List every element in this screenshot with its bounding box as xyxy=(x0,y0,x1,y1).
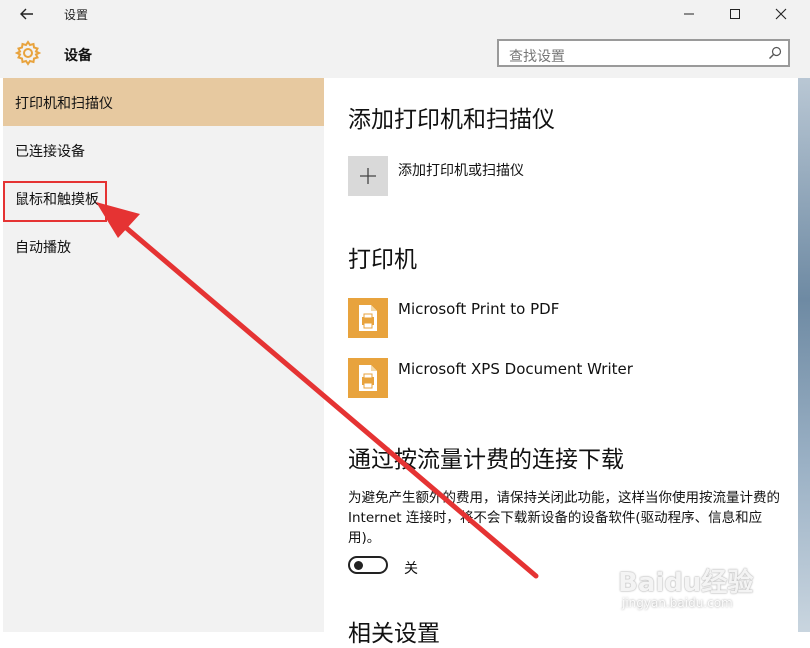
toggle-state-label: 关 xyxy=(404,561,418,577)
printer-item-xps[interactable]: Microsoft XPS Document Writer xyxy=(398,360,633,378)
close-icon xyxy=(775,8,787,20)
sidebar-item-connected-devices[interactable]: 已连接设备 xyxy=(3,126,324,174)
watermark-url: jingyan.baidu.com xyxy=(622,596,733,610)
printer-icon xyxy=(348,298,388,338)
section-heading-printers: 打印机 xyxy=(348,247,417,273)
metered-download-toggle[interactable] xyxy=(348,556,388,574)
sidebar-item-label: 已连接设备 xyxy=(15,144,85,160)
add-printer-label[interactable]: 添加打印机或扫描仪 xyxy=(398,160,524,180)
page-title: 设备 xyxy=(64,48,92,64)
main-content: 添加打印机和扫描仪 添加打印机或扫描仪 打印机 Microsoft Print … xyxy=(324,78,798,647)
printer-icon xyxy=(348,358,388,398)
section-heading-metered: 通过按流量计费的连接下载 xyxy=(348,447,624,473)
window-title: 设置 xyxy=(64,8,89,22)
section-heading-related: 相关设置 xyxy=(348,621,440,647)
add-printer-button[interactable] xyxy=(348,156,388,196)
sidebar-item-printers-scanners[interactable]: 打印机和扫描仪 xyxy=(3,78,324,126)
sidebar-item-autoplay[interactable]: 自动播放 xyxy=(3,222,324,270)
section-heading-add: 添加打印机和扫描仪 xyxy=(348,107,555,133)
sidebar-item-label: 打印机和扫描仪 xyxy=(15,96,113,112)
title-bar: 设置 xyxy=(0,0,810,28)
minimize-icon xyxy=(684,13,694,15)
toggle-knob xyxy=(354,561,363,570)
metered-description: 为避免产生额外的费用，请保持关闭此功能，这样当你使用按流量计费的 Interne… xyxy=(348,490,780,546)
desktop-background xyxy=(798,78,810,632)
close-button[interactable] xyxy=(770,3,792,25)
annotation-highlight-box xyxy=(3,181,107,222)
search-icon[interactable] xyxy=(768,46,782,60)
search-placeholder: 查找设置 xyxy=(509,49,565,65)
maximize-icon xyxy=(730,9,740,19)
maximize-button[interactable] xyxy=(724,3,746,25)
plus-icon xyxy=(360,168,376,184)
back-button[interactable] xyxy=(14,4,40,24)
minimize-button[interactable] xyxy=(678,3,700,25)
search-input[interactable]: 查找设置 xyxy=(497,39,790,67)
gear-icon xyxy=(15,40,41,66)
sidebar: 打印机和扫描仪 已连接设备 鼠标和触摸板 自动播放 xyxy=(3,78,324,632)
back-arrow-icon xyxy=(20,8,33,20)
sidebar-item-label: 自动播放 xyxy=(15,240,71,256)
page-header: 设备 查找设置 xyxy=(0,28,810,78)
printer-item-pdf[interactable]: Microsoft Print to PDF xyxy=(398,300,559,318)
watermark-logo: Baidu经验 xyxy=(618,568,754,598)
